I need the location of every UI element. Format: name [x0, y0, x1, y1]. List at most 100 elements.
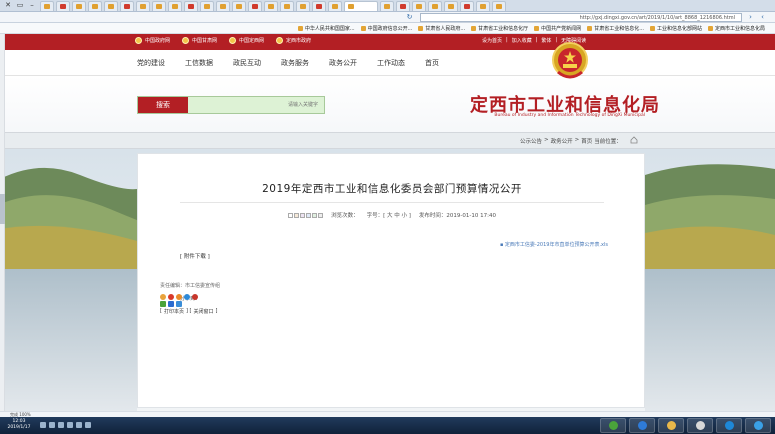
forward-icon[interactable]: ›	[746, 13, 755, 22]
set-homepage-link[interactable]: 设为首页	[480, 37, 504, 44]
browser-tab[interactable]	[152, 1, 166, 11]
attachment-link[interactable]: ▪ 定西市工信委-2019年市直单位预算公开表.xls	[438, 241, 608, 248]
browser-tab[interactable]	[460, 1, 474, 11]
bookmark[interactable]: 工业和信息化部网站	[649, 25, 702, 32]
refresh-icon[interactable]: ↻	[405, 13, 414, 22]
browser-tab[interactable]	[312, 1, 326, 11]
browser-tab[interactable]	[56, 1, 70, 11]
bookmark[interactable]: 甘肃省工业和信息化...	[587, 25, 644, 32]
bookmark[interactable]: 中华人民共和国国家...	[297, 25, 355, 32]
browser-tab[interactable]	[412, 1, 426, 11]
breadcrumb-item[interactable]: 政务公开	[551, 137, 573, 145]
vertical-scrollbar[interactable]	[0, 34, 5, 411]
tray-icon[interactable]	[49, 422, 55, 428]
browser-tab[interactable]	[428, 1, 442, 11]
tray-icon[interactable]	[85, 422, 91, 428]
menu-item[interactable]: 工信数据	[185, 58, 213, 68]
portal-link[interactable]: 定西市政府	[276, 37, 311, 44]
close-window-link[interactable]: 关闭窗口	[193, 308, 213, 315]
qzone-icon[interactable]	[160, 294, 166, 300]
article-meta: 浏览次数： 字号：[ 大 中 小 ] 发布时间：2019-01-10 17:40	[138, 211, 646, 219]
tray-icon[interactable]	[76, 422, 82, 428]
browser-tab[interactable]	[344, 1, 378, 11]
back-icon[interactable]: ‹	[758, 13, 767, 22]
browser-tab[interactable]	[476, 1, 490, 11]
portal-link[interactable]: 中国定西网	[229, 37, 264, 44]
tencent-weibo-icon[interactable]	[176, 294, 182, 300]
more-share-icon[interactable]	[176, 301, 182, 307]
color-scheme-picker[interactable]	[288, 211, 324, 219]
emblem-icon	[276, 37, 284, 44]
browser-tab[interactable]	[328, 1, 342, 11]
menu-item-home[interactable]: 首页	[425, 58, 439, 68]
browser-tab[interactable]	[264, 1, 278, 11]
browser-tab[interactable]	[184, 1, 198, 11]
minimize-window-icon[interactable]: –	[26, 1, 38, 10]
taskbar-app[interactable]	[687, 418, 713, 433]
print-link[interactable]: 打印本页	[164, 308, 184, 315]
browser-tab[interactable]	[396, 1, 410, 11]
browser-tab[interactable]	[232, 1, 246, 11]
browser-tab[interactable]	[380, 1, 394, 11]
qq-icon[interactable]	[168, 301, 174, 307]
bookmark[interactable]: 中国政府信息公开...	[360, 25, 412, 32]
home-icon	[630, 136, 638, 144]
breadcrumb-item[interactable]: 公示公告	[520, 137, 542, 145]
bookmark[interactable]: 中国共产党新闻网	[534, 25, 581, 32]
breadcrumb-sep: >	[544, 137, 549, 143]
taskbar-app[interactable]	[629, 418, 655, 433]
browser-tab[interactable]	[200, 1, 214, 11]
restore-window-icon[interactable]: ▭	[14, 1, 26, 10]
taskbar-app[interactable]	[600, 418, 626, 433]
site-top-bar: 中国政府网 中国甘肃网 中国定西网 定西市政府 设为首页 | 加入收藏 | 繁体 | …	[0, 34, 775, 50]
browser-tab[interactable]	[492, 1, 506, 11]
douban-icon[interactable]	[192, 294, 198, 300]
bookmark[interactable]: 甘肃省工业和信息化厅	[471, 25, 528, 32]
add-favorite-link[interactable]: 加入收藏	[510, 37, 534, 44]
taskbar-app[interactable]	[658, 418, 684, 433]
taskbar-clock[interactable]: 12:03 2019/1/17	[4, 419, 34, 431]
renren-icon[interactable]	[184, 294, 190, 300]
menu-item[interactable]: 党的建设	[137, 58, 165, 68]
share-icons-row2	[160, 301, 182, 307]
taskbar-app[interactable]	[716, 418, 742, 433]
font-size-control[interactable]: 字号：[ 大 中 小 ]	[367, 211, 411, 219]
editor-note: 责任编辑：市工信委宣传组	[160, 283, 221, 289]
breadcrumb-bar: 公示公告 > 政务公开 > 首页 当前位置：	[0, 132, 775, 149]
close-window-icon[interactable]: ✕	[2, 1, 14, 10]
portal-link[interactable]: 中国政府网	[135, 37, 170, 44]
tray-icon[interactable]	[40, 422, 46, 428]
browser-tab[interactable]	[88, 1, 102, 11]
tray-icon[interactable]	[58, 422, 64, 428]
browser-tab[interactable]	[136, 1, 150, 11]
browser-tab[interactable]	[444, 1, 458, 11]
wechat-icon[interactable]	[160, 301, 166, 307]
breadcrumb-label: 当前位置：	[594, 139, 622, 145]
browser-tab[interactable]	[296, 1, 310, 11]
tray-icon[interactable]	[67, 422, 73, 428]
weibo-icon[interactable]	[168, 294, 174, 300]
address-bar[interactable]: http://gxj.dingxi.gov.cn/art/2019/1/10/a…	[420, 13, 742, 22]
browser-tab[interactable]	[104, 1, 118, 11]
menu-item[interactable]: 工作动态	[377, 58, 405, 68]
browser-tab[interactable]	[216, 1, 230, 11]
bookmark[interactable]: 甘肃省人民政府...	[418, 25, 465, 32]
search-button[interactable]: 搜索	[138, 97, 188, 113]
breadcrumb-item[interactable]: 首页	[581, 137, 592, 145]
browser-tab[interactable]	[40, 1, 54, 11]
bookmark[interactable]: 定西市工业和信息化局	[707, 25, 765, 32]
scrollbar-thumb[interactable]	[0, 194, 5, 224]
menu-item[interactable]: 政务服务	[281, 58, 309, 68]
browser-tab[interactable]	[248, 1, 262, 11]
menu-item[interactable]: 政务公开	[329, 58, 357, 68]
browser-nav-bar: ↻ http://gxj.dingxi.gov.cn/art/2019/1/10…	[0, 12, 775, 23]
browser-tab[interactable]	[120, 1, 134, 11]
browser-tab[interactable]	[168, 1, 182, 11]
start-button[interactable]	[745, 418, 771, 433]
menu-item[interactable]: 政民互动	[233, 58, 261, 68]
browser-tab[interactable]	[280, 1, 294, 11]
search-input[interactable]	[190, 97, 324, 113]
share-icons	[160, 294, 198, 300]
portal-link[interactable]: 中国甘肃网	[182, 37, 217, 44]
browser-tab[interactable]	[72, 1, 86, 11]
